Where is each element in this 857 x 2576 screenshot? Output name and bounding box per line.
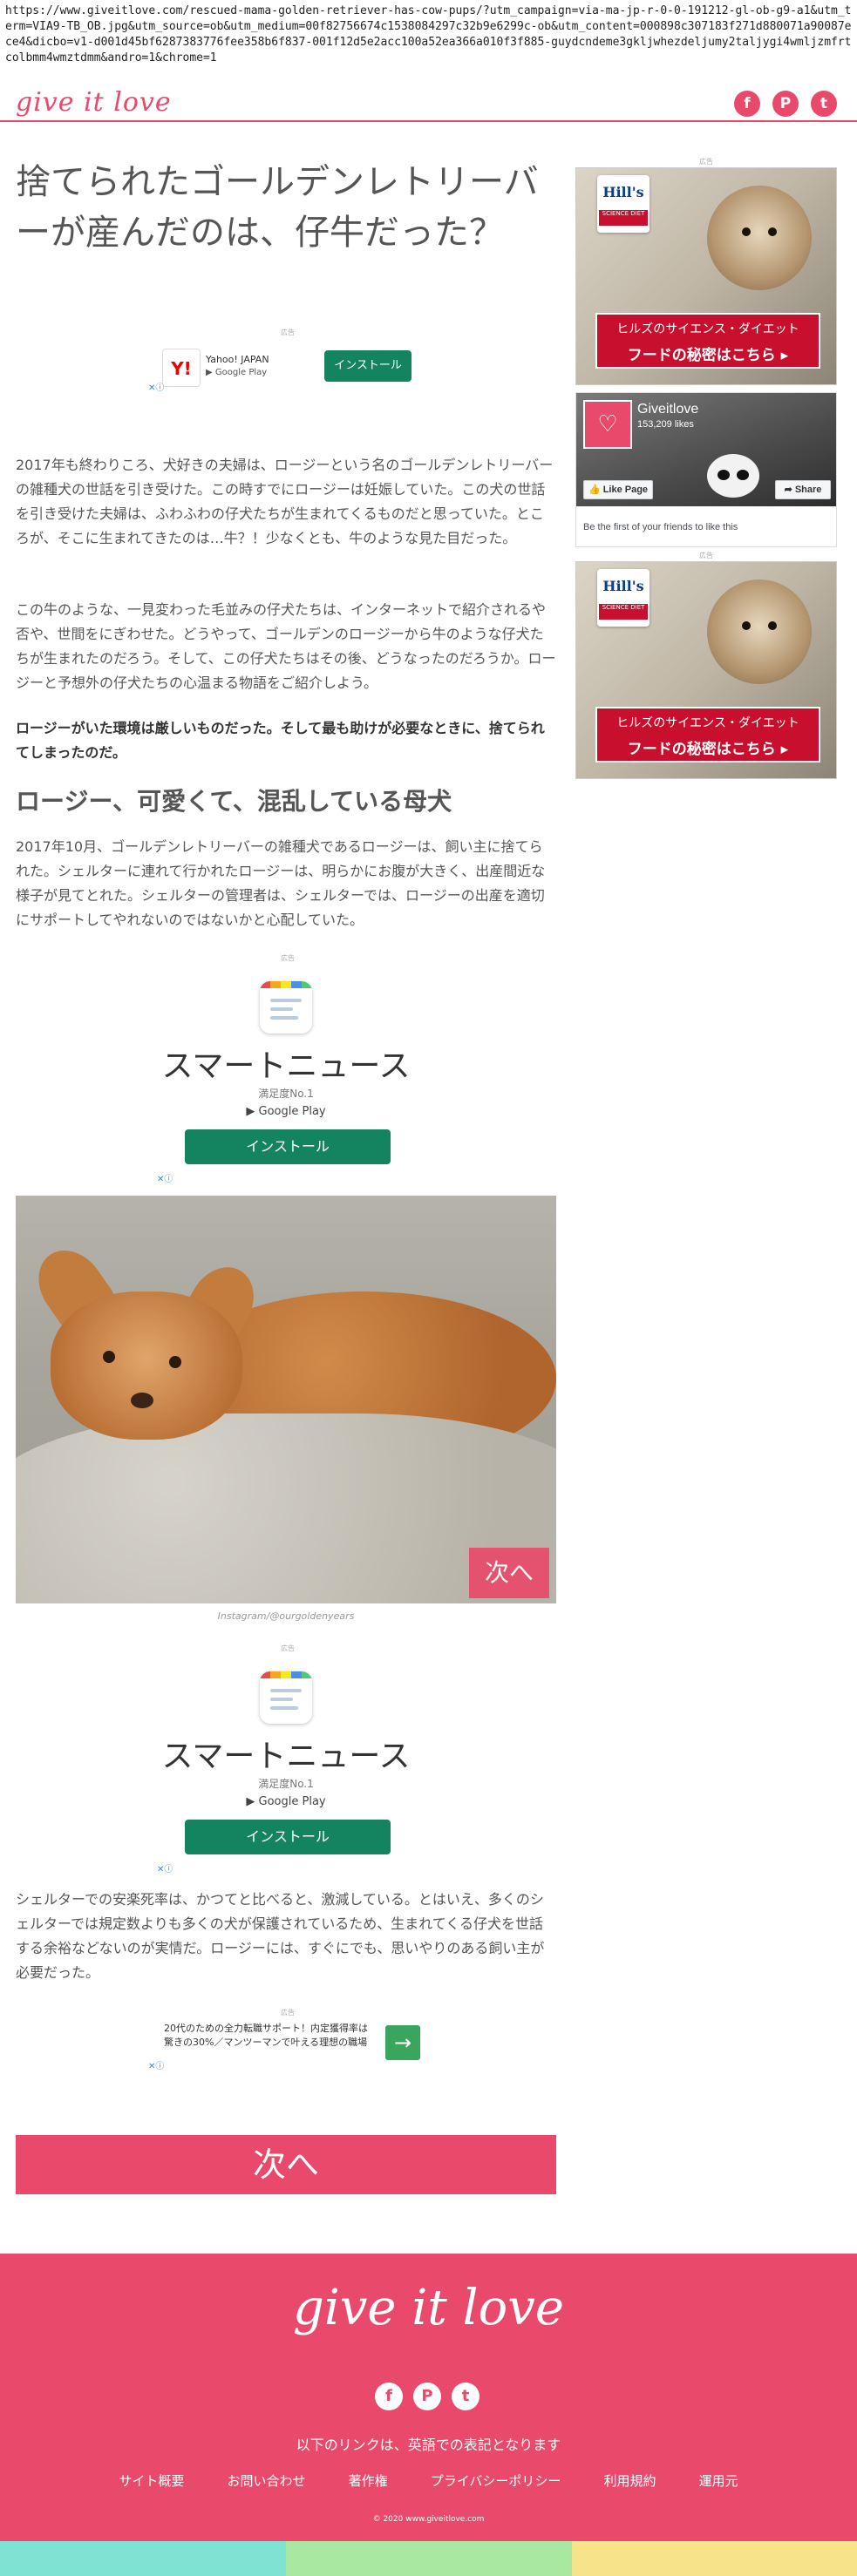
dog-photo bbox=[707, 580, 812, 684]
fb-page-name[interactable]: Giveitlove bbox=[637, 402, 698, 417]
panda-image bbox=[707, 454, 759, 498]
footer-link-contact[interactable]: お問い合わせ bbox=[227, 2471, 305, 2490]
paragraph-2: この牛のような、一見変わった毛並みの仔犬たちは、インターネットで紹介されるや否や… bbox=[16, 601, 556, 691]
pinterest-icon[interactable]: P bbox=[413, 2383, 441, 2410]
next-button-overlay[interactable]: 次へ bbox=[469, 1548, 549, 1598]
hills-logo-icon: Hill's SCIENCE DIET bbox=[597, 569, 650, 627]
hills-cta[interactable]: ヒルズのサイエンス・ダイエット フードの秘密はこちら ▸ bbox=[595, 313, 820, 369]
footer-link-terms[interactable]: 利用規約 bbox=[604, 2471, 656, 2490]
paragraph-1: 2017年も終わりころ、犬好きの夫婦は、ロージーという名のゴールデンレトリーバー… bbox=[16, 457, 554, 546]
article-photo bbox=[16, 1196, 556, 1603]
ad-label: 広告 bbox=[699, 552, 713, 559]
smartnews-ad-2[interactable]: スマートニュース 満足度No.1 ▶ Google Play インストール bbox=[16, 1647, 556, 1874]
footer-stripe-teal bbox=[0, 2541, 286, 2576]
fb-share-button[interactable]: ➦ Share bbox=[775, 480, 831, 499]
site-footer: give it love f P t 以下のリンクは、英語での表記となります サ… bbox=[0, 2254, 857, 2541]
footer-link-operator[interactable]: 運用元 bbox=[699, 2471, 738, 2490]
footer-link-copyright[interactable]: 著作権 bbox=[349, 2471, 388, 2490]
paragraph-4: 2017年10月、ゴールデンレトリーバーの雑種犬であるロージーは、飼い主に捨てら… bbox=[16, 838, 546, 928]
hills-logo-icon: Hill's SCIENCE DIET bbox=[597, 175, 650, 233]
google-play-label: ▶ Google Play bbox=[246, 1105, 326, 1118]
smartnews-icon bbox=[260, 1671, 312, 1724]
facebook-page-widget[interactable]: ♡ Giveitlove 153,209 likes 👍 Like Page ➦… bbox=[575, 392, 837, 547]
hills-ad-1[interactable]: Hill's SCIENCE DIET ヒルズのサイエンス・ダイエット フードの… bbox=[575, 167, 837, 385]
install-button[interactable]: インストール bbox=[324, 350, 411, 382]
ad-close-icon[interactable]: ✕ⓘ bbox=[157, 1861, 173, 1874]
hills-ad-2[interactable]: Hill's SCIENCE DIET ヒルズのサイエンス・ダイエット フードの… bbox=[575, 561, 837, 779]
dog-photo bbox=[707, 186, 812, 290]
paragraph-3: ロージーがいた環境は厳しいものだった。そして最も助けが必要なときに、捨てられてし… bbox=[16, 720, 545, 761]
footer-stripe-yellow bbox=[572, 2541, 857, 2576]
dog-eye bbox=[169, 1356, 181, 1368]
smartnews-rating: 満足度No.1 bbox=[258, 1088, 314, 1100]
twitter-icon[interactable]: t bbox=[811, 91, 837, 117]
google-play-label: ▶ Google Play bbox=[206, 368, 268, 377]
article-title: 捨てられたゴールデンレトリーバーが産んだのは、仔牛だった？ bbox=[16, 162, 539, 253]
install-button[interactable]: インストール bbox=[185, 1129, 391, 1164]
smartnews-ad-1[interactable]: スマートニュース 満足度No.1 ▶ Google Play インストール bbox=[16, 957, 556, 1183]
ad-label: 広告 bbox=[281, 2009, 295, 2017]
smartnews-icon bbox=[260, 981, 312, 1034]
hills-cta[interactable]: ヒルズのサイエンス・ダイエット フードの秘密はこちら ▸ bbox=[595, 707, 820, 763]
twitter-icon[interactable]: t bbox=[452, 2383, 480, 2410]
footer-links: サイト概要 お問い合わせ 著作権 プライバシーポリシー 利用規約 運用元 bbox=[0, 2471, 857, 2490]
pinterest-icon[interactable]: P bbox=[772, 91, 799, 117]
yahoo-logo-icon: Y! bbox=[162, 349, 201, 387]
fb-friends-text: Be the first of your friends to like thi… bbox=[583, 522, 738, 532]
site-logo[interactable]: give it love bbox=[16, 87, 172, 118]
ad-label: 広告 bbox=[699, 158, 713, 166]
facebook-icon[interactable]: f bbox=[375, 2383, 403, 2410]
footer-link-about[interactable]: サイト概要 bbox=[119, 2471, 184, 2490]
job-ad-text: 20代のための全力転職サポート！内定獲得率は驚きの30%／マンツーマンで叶える理… bbox=[164, 2023, 368, 2048]
footer-stripe-green bbox=[286, 2541, 572, 2576]
smartnews-title: スマートニュース bbox=[161, 1048, 411, 1084]
install-button[interactable]: インストール bbox=[185, 1820, 391, 1854]
dog-head bbox=[51, 1291, 242, 1440]
heart-icon[interactable]: ♡ bbox=[583, 400, 632, 449]
footer-link-privacy[interactable]: プライバシーポリシー bbox=[431, 2471, 561, 2490]
fb-like-button[interactable]: 👍 Like Page bbox=[583, 480, 653, 499]
facebook-icon[interactable]: f bbox=[734, 91, 760, 117]
next-page-button[interactable]: 次へ bbox=[16, 2135, 556, 2194]
copyright: © 2020 www.giveitlove.com bbox=[372, 2515, 485, 2524]
smartnews-rating: 満足度No.1 bbox=[258, 1778, 314, 1790]
ad-close-icon[interactable]: ✕ⓘ bbox=[148, 2058, 164, 2071]
dog-nose bbox=[131, 1393, 153, 1408]
arrow-right-icon[interactable]: → bbox=[385, 2025, 420, 2060]
ad-close-icon[interactable]: ✕ⓘ bbox=[157, 1171, 173, 1184]
google-play-label: ▶ Google Play bbox=[246, 1795, 326, 1808]
ad-close-icon[interactable]: ✕ⓘ bbox=[148, 380, 164, 393]
smartnews-title: スマートニュース bbox=[161, 1739, 411, 1774]
yahoo-app-ad[interactable]: Y! Yahoo! JAPAN ▶ Google Play インストール bbox=[157, 347, 418, 390]
dog-eye bbox=[103, 1351, 115, 1363]
paragraph-5: シェルターでの安楽死率は、かつてと比べると、激減している。とはいえ、多くのシェル… bbox=[16, 1891, 545, 1981]
section-heading: ロージー、可愛くて、混乱している母犬 bbox=[16, 787, 452, 816]
footer-logo[interactable]: give it love bbox=[0, 2280, 857, 2336]
footer-note: 以下のリンクは、英語での表記となります bbox=[296, 2437, 561, 2453]
site-header: give it love f P t bbox=[0, 87, 857, 122]
fb-like-count: 153,209 likes bbox=[637, 419, 694, 430]
yahoo-app-name: Yahoo! JAPAN bbox=[206, 354, 269, 365]
ad-label: 広告 bbox=[281, 329, 295, 336]
job-ad[interactable]: 20代のための全力転職サポート！内定獲得率は驚きの30%／マンツーマンで叶える理… bbox=[148, 2022, 427, 2076]
photo-credit: Instagram/@ourgoldenyears bbox=[217, 1610, 355, 1622]
